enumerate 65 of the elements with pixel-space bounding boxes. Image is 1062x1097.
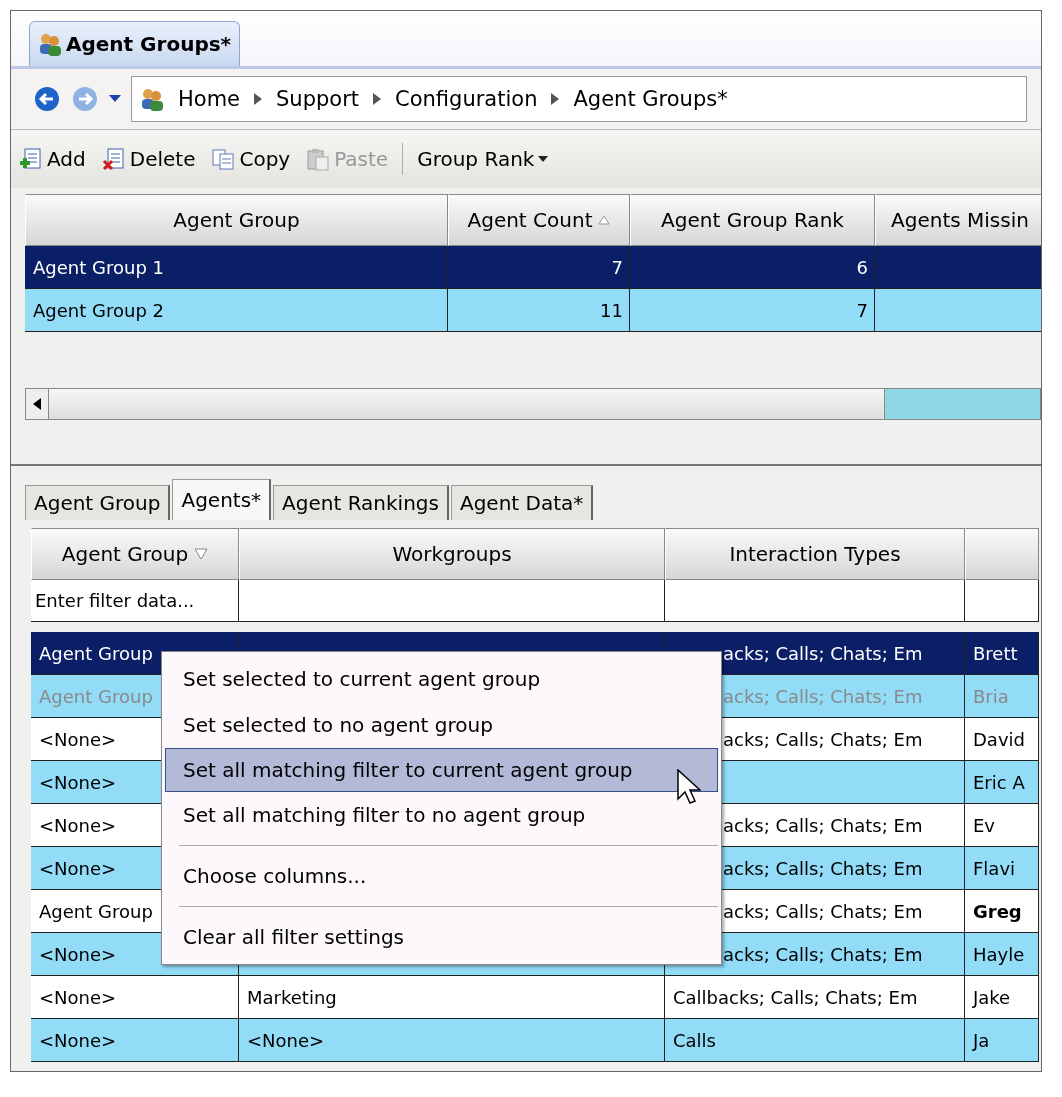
breadcrumb-link[interactable]: Support [276,87,360,111]
breadcrumb-link[interactable]: Agent Groups* [573,87,728,111]
table-cell: <None> [31,976,239,1019]
table-cell: Agent Group 1 [25,246,448,289]
filter-cell[interactable] [665,580,965,622]
add-icon [19,147,43,171]
table-cell: Jake [965,976,1039,1019]
horizontal-scrollbar[interactable] [25,388,1041,420]
menu-item[interactable]: Set all matching filter to current agent group [165,748,718,792]
breadcrumb-link[interactable]: Home [178,87,240,111]
table-cell: Agent Group 2 [25,289,448,332]
table-cell: 6 [630,246,875,289]
table-cell: Calls [665,1019,965,1062]
filter-icon [194,548,209,560]
toolbar-button[interactable]: Add [17,145,88,173]
toolbar-button[interactable]: Delete [99,145,198,173]
column-header[interactable]: Interaction Types [665,528,965,580]
people-icon [140,87,164,111]
table-cell: Greg [965,890,1039,933]
delete-icon [101,147,126,171]
forward-icon [71,85,99,113]
back-icon [33,85,61,113]
dropdown-button[interactable]: Group Rank [415,145,551,173]
toolbar-button[interactable]: Copy [209,145,293,173]
chevron-icon [373,93,382,105]
table-cell: Hayle [965,933,1039,976]
table-cell: Ja [965,1019,1039,1062]
document-tab[interactable]: Agent Groups* [29,21,241,66]
table-cell: Ev [965,804,1039,847]
table-cell: 11 [448,289,630,332]
column-header[interactable]: Agent Group [31,528,239,580]
clipboard-icon [306,147,331,171]
table-cell: Marketing [239,976,665,1019]
people-icon [38,32,62,56]
copy-icon [211,147,236,171]
table-cell: Callbacks; Calls; Chats; Em [665,976,965,1019]
caret-icon [538,156,549,162]
table-cell: Flavi [965,847,1039,890]
tab[interactable]: Agents* [172,479,272,520]
breadcrumb-link[interactable]: Configuration [395,87,538,111]
tab[interactable]: Agent Data* [450,485,594,520]
filter-cell[interactable] [239,580,665,622]
filter-cell[interactable] [965,580,1039,622]
chevron-icon [551,93,560,105]
sort-icon [598,215,611,225]
table-cell: 7 [630,289,875,332]
table-cell: Bria [965,675,1039,718]
table-cell: <None> [31,1019,239,1062]
column-header[interactable]: Agent Group [25,194,448,246]
table-cell: <None> [239,1019,665,1062]
filter-field[interactable]: Enter filter data... [31,580,239,622]
column-header[interactable]: Agent Count [448,194,630,246]
left-arrow-icon [33,398,41,410]
column-header[interactable]: Agent Group Rank [630,194,875,246]
caret-icon [109,95,121,103]
tab[interactable]: Agent Rankings [273,485,449,520]
column-header[interactable]: Workgroups [239,528,665,580]
column-header[interactable]: Agents Missin [875,194,1041,246]
table-cell: Brett [965,632,1039,675]
cursor-icon [677,769,701,805]
table-cell: David [965,718,1039,761]
table-cell: 7 [448,246,630,289]
table-cell: Eric A [965,761,1039,804]
tab[interactable]: Agent Group [25,485,171,520]
chevron-icon [254,93,262,105]
